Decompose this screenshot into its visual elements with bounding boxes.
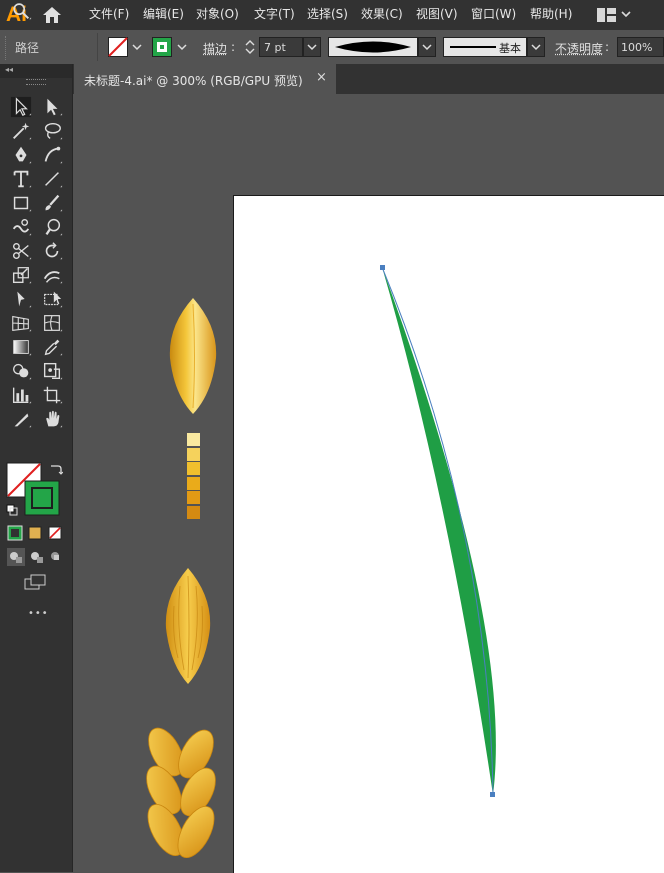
live-paint-icon[interactable] (40, 360, 64, 382)
control-bar-grip[interactable] (5, 36, 8, 60)
color-swatch[interactable] (187, 448, 200, 461)
zoom-icon[interactable] (9, 0, 33, 22)
menu-effect[interactable]: 效果(C) (361, 6, 403, 22)
magic-wand-icon[interactable] (9, 120, 33, 142)
anchor-point-top[interactable] (380, 265, 385, 270)
opacity-input[interactable]: 100% (617, 37, 664, 57)
line-icon[interactable] (40, 168, 64, 190)
type-icon[interactable] (9, 168, 33, 190)
opacity-label[interactable]: 不透明度 (555, 40, 603, 57)
stroke-weight-input[interactable]: 7 pt (259, 37, 303, 57)
gradient-icon[interactable] (9, 336, 33, 358)
screen-mode-icon[interactable] (24, 574, 48, 590)
free-transform-icon[interactable] (40, 288, 64, 310)
brush-definition-label: 基本 (499, 40, 521, 56)
default-fill-stroke-icon[interactable] (6, 504, 18, 516)
workspace-switcher-icon[interactable] (597, 8, 631, 22)
menu-file[interactable]: 文件(F) (89, 6, 129, 22)
puppet-warp-icon[interactable] (9, 288, 33, 310)
rotate-icon[interactable] (40, 240, 64, 262)
tools-grip[interactable] (26, 79, 46, 85)
divider (97, 33, 98, 61)
chevron-down-icon (528, 38, 544, 56)
menu-view[interactable]: 视图(V) (416, 6, 458, 22)
color-swatch[interactable] (187, 506, 200, 519)
stroke-dropdown-icon[interactable] (175, 37, 189, 57)
chevron-down-icon (304, 38, 320, 56)
eyedropper-icon[interactable] (40, 336, 64, 358)
blob-brush-icon[interactable] (40, 216, 64, 238)
fill-swatch[interactable] (108, 37, 128, 57)
selection-tool-icon[interactable] (9, 96, 33, 118)
wheat-ear-illustration[interactable] (140, 726, 220, 872)
artboard-icon[interactable] (40, 384, 64, 406)
stroke-stepper-icon[interactable] (244, 37, 256, 57)
drawing-mode-buttons[interactable] (7, 548, 67, 566)
graph-icon[interactable] (9, 384, 33, 406)
direct-selection-tool-icon[interactable] (40, 96, 64, 118)
mesh-icon[interactable] (40, 312, 64, 334)
perspective-grid-icon[interactable] (9, 312, 33, 334)
paintbrush-icon[interactable] (40, 192, 64, 214)
edit-toolbar-icon[interactable]: ••• (28, 608, 49, 619)
pen-icon[interactable] (9, 144, 33, 166)
rice-grain-gradient[interactable] (166, 296, 220, 416)
home-icon[interactable] (42, 6, 62, 24)
color-swatch[interactable] (187, 477, 200, 490)
menu-window[interactable]: 窗口(W) (471, 6, 516, 22)
width-profile-dropdown[interactable] (418, 37, 436, 57)
leaf-path[interactable] (234, 196, 664, 872)
brush-definition-dropdown[interactable] (527, 37, 545, 57)
chevron-down-icon (419, 38, 435, 56)
slice-icon[interactable] (9, 408, 33, 430)
width-profile-shape-icon (329, 38, 417, 56)
color-mode-buttons[interactable] (7, 525, 67, 541)
warp-icon[interactable] (40, 264, 64, 286)
menu-type[interactable]: 文字(T) (254, 6, 295, 22)
opacity-colon: : (605, 40, 609, 54)
stroke-weight-label[interactable]: 描边 (203, 40, 227, 57)
menu-object[interactable]: 对象(O) (196, 6, 239, 22)
fill-dropdown-icon[interactable] (130, 37, 144, 57)
shape-builder-icon[interactable] (9, 360, 33, 382)
stroke-weight-dropdown[interactable] (303, 37, 321, 57)
selection-type-label: 路径 (15, 39, 39, 56)
scale-icon[interactable] (9, 264, 33, 286)
rice-grain-textured[interactable] (162, 566, 214, 686)
variable-width-profile[interactable] (328, 37, 418, 57)
brush-stroke-line-icon (444, 38, 500, 56)
hand-icon[interactable] (40, 408, 64, 430)
anchor-point-bottom[interactable] (490, 792, 495, 797)
scissors-icon[interactable] (9, 240, 33, 262)
color-swatch[interactable] (187, 491, 200, 504)
color-swatch[interactable] (187, 462, 200, 475)
menu-select[interactable]: 选择(S) (307, 6, 348, 22)
lasso-icon[interactable] (40, 120, 64, 142)
menu-help[interactable]: 帮助(H) (530, 6, 572, 22)
curvature-icon[interactable] (40, 144, 64, 166)
rectangle-icon[interactable] (9, 192, 33, 214)
stroke-colon: : (231, 40, 235, 54)
document-tab-title: 未标题-4.ai* @ 300% (RGB/GPU 预览) (84, 72, 303, 89)
close-tab-icon[interactable]: × (316, 70, 327, 85)
menu-edit[interactable]: 编辑(E) (143, 6, 184, 22)
stroke-swatch[interactable] (152, 37, 172, 57)
swap-fill-stroke-icon[interactable] (49, 462, 63, 476)
shaper-icon[interactable] (9, 216, 33, 238)
collapse-panel-icon[interactable]: ◂◂ (5, 65, 13, 74)
color-swatch[interactable] (187, 433, 200, 446)
